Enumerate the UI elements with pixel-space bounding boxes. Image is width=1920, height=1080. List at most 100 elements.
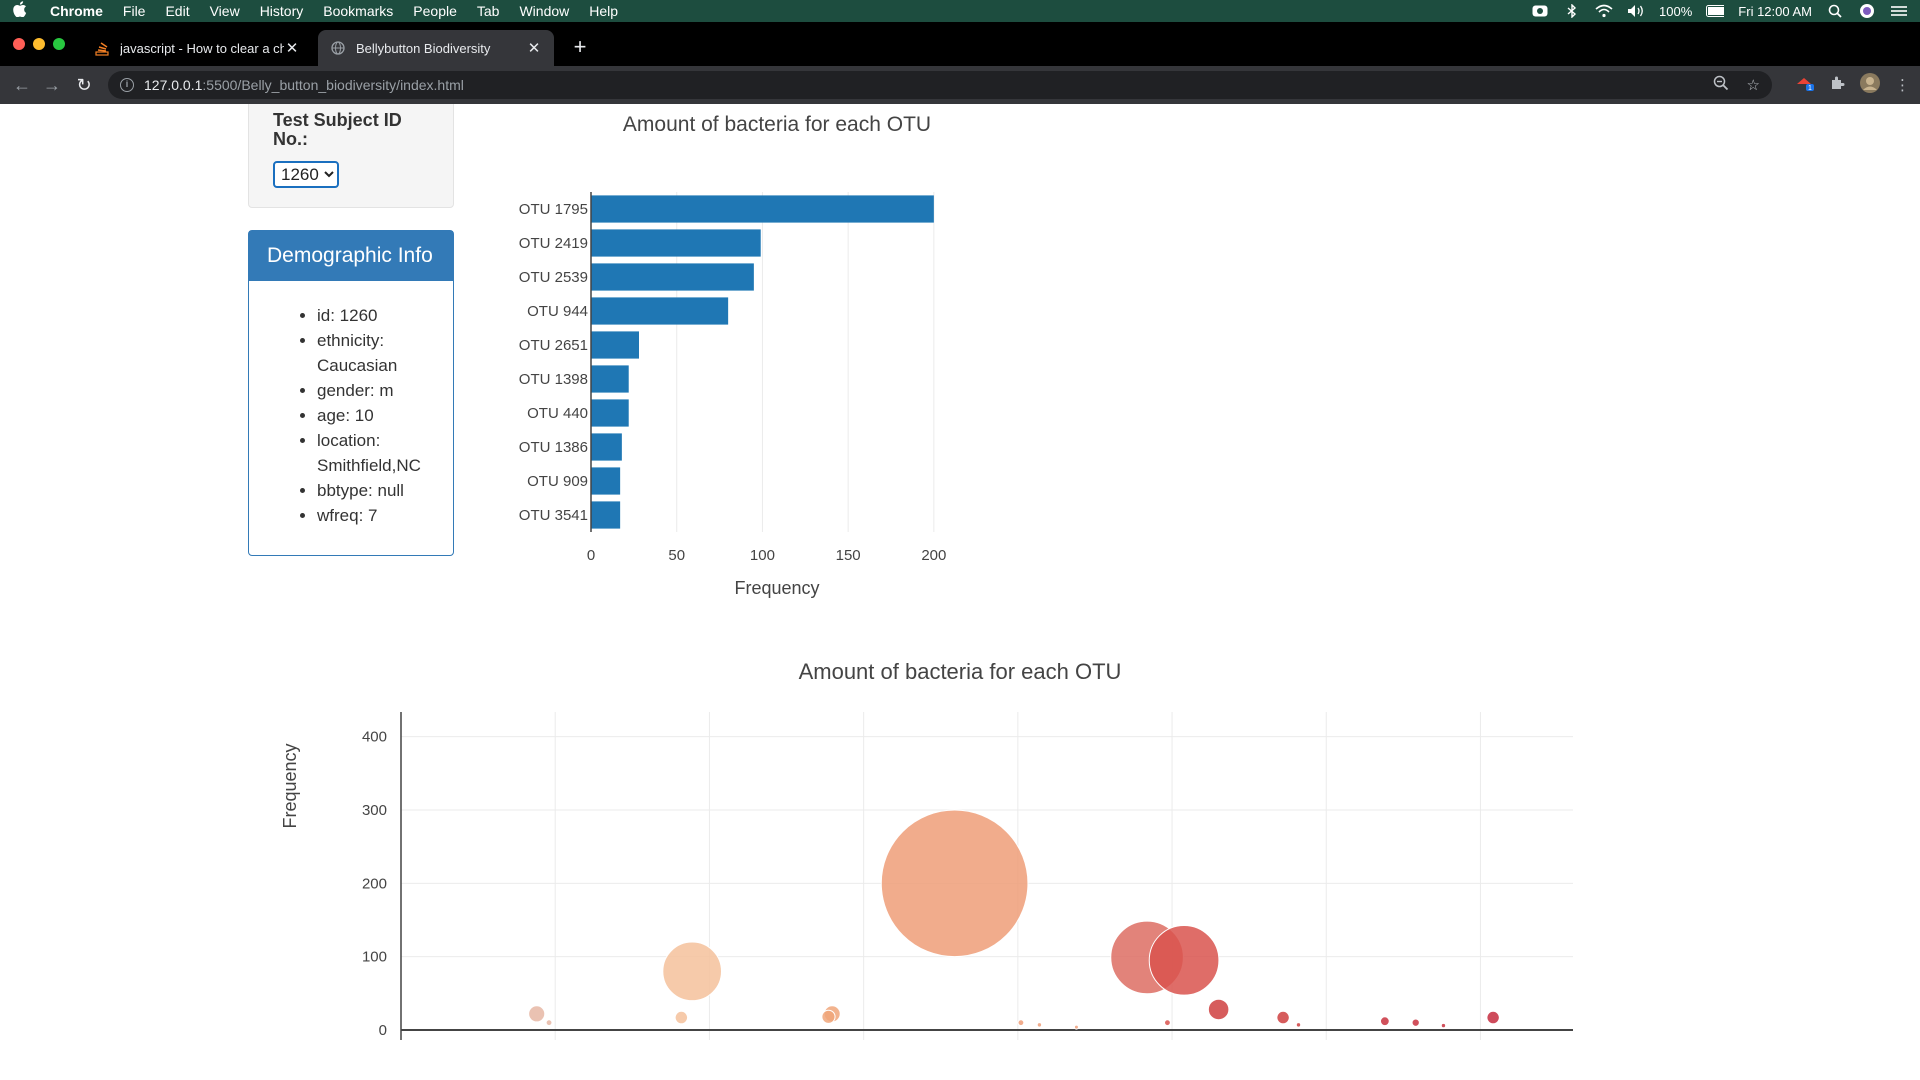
demographic-item: id: 1260 (317, 303, 437, 328)
tab-stackoverflow[interactable]: javascript - How to clear a cha ✕ (82, 30, 312, 66)
y-tick-label: 300 (362, 802, 387, 819)
bar (591, 501, 621, 529)
demographic-item: age: 10 (317, 403, 437, 428)
tab-close-icon[interactable]: ✕ (526, 39, 542, 57)
bubble-chart: 0 100 200 300 400 Amount of bacteria for each… (280, 660, 1573, 1040)
y-tick-label: OTU 2539 (519, 269, 588, 286)
x-tick-label: 150 (836, 547, 861, 564)
menu-app-name[interactable]: Chrome (40, 0, 113, 22)
y-tick-label: OTU 1795 (519, 201, 588, 218)
bubble (1036, 1022, 1043, 1028)
bubble (1163, 1019, 1171, 1027)
subject-id-select[interactable]: 1260 (273, 161, 339, 188)
browser-tab-strip: javascript - How to clear a cha ✕ Bellyb… (0, 22, 1920, 66)
demographic-item: gender: m (317, 378, 437, 403)
bar (591, 433, 622, 461)
y-tick-label: OTU 3541 (519, 507, 588, 524)
subject-selector-well: Test Subject ID No.: 1260 (248, 104, 454, 208)
menu-file[interactable]: File (113, 0, 156, 22)
bar-chart: 0 50 100 150 200 OTU 1795 OTU 2419 OTU 2539 OTU … (519, 113, 947, 598)
wifi-icon[interactable] (1595, 4, 1613, 18)
y-tick-label: OTU 2419 (519, 235, 588, 252)
tab-close-icon[interactable]: ✕ (284, 39, 300, 57)
menu-bookmarks[interactable]: Bookmarks (313, 0, 403, 22)
extension-badge-icon[interactable]: 1 (1795, 74, 1815, 96)
apple-icon[interactable] (0, 1, 40, 21)
bar (591, 297, 729, 325)
menu-edit[interactable]: Edit (155, 0, 199, 22)
bubble (821, 1009, 836, 1024)
bubble (545, 1019, 553, 1027)
x-axis-title: Frequency (734, 578, 819, 598)
bubble (674, 1010, 689, 1025)
page-content: Test Subject ID No.: 1260 Demographic In… (0, 104, 1920, 1080)
bar (591, 229, 761, 257)
site-info-icon[interactable]: i (120, 78, 134, 92)
demographic-item: bbtype: null (317, 478, 437, 503)
spotlight-search-icon[interactable] (1826, 4, 1844, 18)
reload-icon[interactable]: ↻ (72, 73, 96, 97)
demographic-item: ethnicity: Caucasian (317, 328, 437, 378)
window-zoom-button[interactable] (53, 38, 65, 50)
y-tick-label: OTU 1398 (519, 371, 588, 388)
back-arrow-icon[interactable]: ← (10, 73, 34, 97)
demographic-item: location: Smithfield,NC (317, 428, 437, 478)
demographic-list: id: 1260 ethnicity: Caucasian gender: m … (249, 303, 453, 528)
demographic-item: wfreq: 7 (317, 503, 437, 528)
y-tick-label: 0 (379, 1022, 387, 1039)
tab-bellybutton[interactable]: Bellybutton Biodiversity ✕ (318, 30, 554, 66)
bar (591, 365, 629, 393)
bubble (1276, 1010, 1290, 1025)
macos-menubar: Chrome File Edit View History Bookmarks … (0, 0, 1920, 22)
x-tick-label: 50 (668, 547, 685, 564)
menu-people[interactable]: People (403, 0, 467, 22)
svg-text:1: 1 (1808, 85, 1812, 92)
control-center-icon[interactable] (1890, 4, 1908, 18)
profile-avatar-icon[interactable] (1859, 72, 1881, 98)
bubble (1295, 1022, 1302, 1028)
y-tick-label: OTU 1386 (519, 439, 588, 456)
url-path: :5500/Belly_button_biodiversity/index.ht… (202, 77, 464, 93)
tab-title: javascript - How to clear a cha (120, 40, 284, 56)
menu-history[interactable]: History (250, 0, 314, 22)
window-minimize-button[interactable] (33, 38, 45, 50)
stackoverflow-icon (94, 40, 110, 56)
bar (591, 195, 934, 223)
x-tick-label: 200 (921, 547, 946, 564)
chart-title: Amount of bacteria for each OTU (623, 113, 931, 136)
bookmark-star-icon[interactable]: ☆ (1747, 76, 1760, 94)
bar (591, 399, 629, 427)
volume-icon[interactable] (1627, 4, 1645, 18)
menu-view[interactable]: View (200, 0, 250, 22)
menu-window[interactable]: Window (509, 0, 579, 22)
bubble (1148, 925, 1220, 996)
more-menu-icon[interactable]: ⋮ (1895, 76, 1910, 94)
window-close-button[interactable] (13, 38, 25, 50)
bubble (1411, 1018, 1420, 1027)
new-tab-button[interactable]: + (568, 36, 592, 60)
battery-icon[interactable] (1706, 4, 1725, 18)
globe-icon (330, 40, 346, 56)
bubble (1073, 1024, 1079, 1030)
forward-arrow-icon[interactable]: → (40, 73, 64, 97)
bubble (1486, 1010, 1500, 1025)
address-bar[interactable]: i 127.0.0.1:5500/Belly_button_biodiversi… (108, 71, 1772, 99)
subject-id-label: Test Subject ID No.: (273, 110, 402, 149)
menu-tab[interactable]: Tab (467, 0, 510, 22)
x-tick-label: 0 (587, 547, 595, 564)
x-tick-label: 100 (750, 547, 775, 564)
extensions-puzzle-icon[interactable] (1829, 75, 1845, 95)
battery-percent: 100% (1659, 3, 1693, 19)
user-account-icon[interactable] (1858, 4, 1876, 18)
menu-help[interactable]: Help (579, 0, 628, 22)
bubble (1379, 1016, 1390, 1027)
y-tick-label: 100 (362, 949, 387, 966)
bluetooth-icon[interactable] (1563, 4, 1581, 18)
url-host: 127.0.0.1 (144, 77, 203, 93)
demographic-info-title: Demographic Info (249, 231, 453, 281)
y-tick-label: OTU 440 (527, 405, 588, 422)
zoom-icon[interactable] (1713, 75, 1729, 95)
clock[interactable]: Fri 12:00 AM (1738, 4, 1812, 19)
screen-record-icon[interactable] (1531, 4, 1549, 18)
tab-title: Bellybutton Biodiversity (356, 40, 491, 56)
